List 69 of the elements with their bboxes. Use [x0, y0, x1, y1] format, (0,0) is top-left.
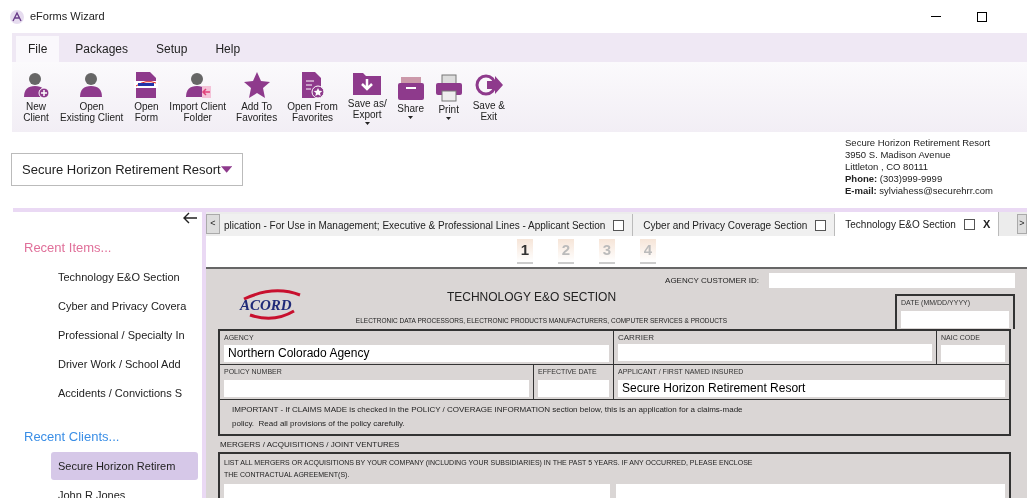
toolbar-button[interactable]: Print	[432, 74, 465, 120]
document-star-icon	[299, 71, 326, 99]
tab-checkbox[interactable]	[613, 219, 625, 231]
maximize-icon[interactable]	[977, 11, 987, 22]
toolbar-button[interactable]: Save & Exit	[470, 72, 507, 122]
printer-icon	[434, 74, 463, 102]
form-title: TECHNOLOGY E&O SECTION	[446, 289, 618, 306]
toolbar-button[interactable]: New Client	[20, 71, 52, 123]
dropdown-caret-icon	[220, 166, 232, 173]
sidebar-item[interactable]: Technology E&O Section	[51, 263, 198, 292]
document-tab[interactable]: Cyber and Privacy Coverage Section	[633, 214, 836, 236]
minimize-icon[interactable]	[931, 16, 941, 17]
sidebar-item[interactable]: John R Jones	[51, 481, 198, 498]
field-label: CARRIER	[618, 333, 655, 343]
tray-icon	[396, 75, 425, 101]
sidebar-item[interactable]: Secure Horizon Retirem	[51, 452, 198, 480]
mergers-field[interactable]	[224, 484, 610, 498]
acord-logo: ACORD	[234, 289, 314, 321]
contact-email: E-mail: sylviahess@securehrr.com	[845, 185, 993, 197]
contact-phone: Phone: (303)999-9999	[845, 173, 944, 185]
star-icon	[242, 71, 271, 99]
toolbar-button[interactable]: Open Existing Client	[58, 71, 126, 123]
customer-id-field[interactable]	[769, 273, 1015, 289]
section-heading: Recent Clients...	[23, 427, 121, 446]
tab-scroll-right[interactable]: >	[1017, 214, 1027, 234]
toolbar-button[interactable]: Save as/ Export	[345, 69, 389, 125]
mergers-field[interactable]	[616, 484, 1005, 498]
back-arrow-icon[interactable]	[183, 212, 197, 224]
toolbar-button[interactable]: Add To Favorites	[234, 71, 280, 123]
person-add-icon	[22, 71, 50, 99]
document-icon	[133, 71, 160, 99]
applicant-field[interactable]: Secure Horizon Retirement Resort	[618, 380, 1005, 397]
naic-field[interactable]	[941, 345, 1005, 362]
field-label: AGENCY CUSTOMER ID:	[665, 275, 759, 287]
date-field[interactable]	[901, 311, 1009, 329]
page-number[interactable]: 1	[517, 239, 533, 264]
exit-icon	[474, 72, 503, 98]
contact-name: Secure Horizon Retirement Resort	[845, 137, 992, 149]
sidebar-item[interactable]: Cyber and Privacy Covera	[51, 292, 198, 321]
contact-address: 3950 S. Madison Avenue	[845, 149, 952, 161]
window-title: eForms Wizard	[30, 9, 105, 25]
carrier-field[interactable]	[618, 344, 932, 361]
contact-city: Littleton , CO 80111	[845, 161, 930, 173]
tab-close-button[interactable]: X	[982, 215, 991, 233]
section-heading: MERGERS / ACQUISITIONS / JOINT VENTURES	[220, 439, 401, 451]
sidebar-item[interactable]: Driver Work / School Add	[51, 350, 198, 379]
menu-tab[interactable]: Setup	[144, 36, 200, 62]
toolbar-button[interactable]: Import Client Folder	[167, 71, 229, 123]
toolbar-button[interactable]: Open From Favorites	[285, 71, 340, 123]
tab-scroll-left[interactable]: <	[206, 214, 220, 234]
policy-number-field[interactable]	[224, 380, 529, 397]
tab-checkbox[interactable]	[815, 219, 827, 231]
toolbar-button[interactable]: Open Form	[131, 71, 162, 123]
app-logo-icon	[10, 9, 24, 24]
document-tab[interactable]: plication - For Use in Management; Executive & Professional Lines - Applicant Section	[220, 214, 634, 236]
tab-checkbox[interactable]	[963, 218, 975, 230]
sidebar-item[interactable]: Professional / Specialty In	[51, 321, 198, 350]
menu-tab[interactable]: File	[16, 36, 60, 62]
menu-tab[interactable]: Help	[203, 36, 253, 62]
client-dropdown[interactable]: Secure Horizon Retirement Resort	[11, 153, 243, 186]
toolbar-button[interactable]: Share	[394, 75, 427, 119]
agency-field[interactable]: Northern Colorado Agency	[224, 345, 609, 362]
section-heading: Recent Items...	[23, 239, 113, 257]
menu-tab[interactable]: Packages	[63, 36, 141, 62]
person-add-icon	[183, 71, 212, 99]
important-notice: IMPORTANT - If CLAIMS MADE is checked in the POLICY / COVERAGE INFORMATION section below, this is an application for a claims-made policy. Read all provisions of the policy carefully.	[231, 404, 744, 430]
sidebar-item[interactable]: Accidents / Convictions S	[51, 379, 198, 408]
effective-date-field[interactable]	[538, 380, 609, 397]
document-tab[interactable]: Technology E&O Section X	[835, 212, 1000, 236]
